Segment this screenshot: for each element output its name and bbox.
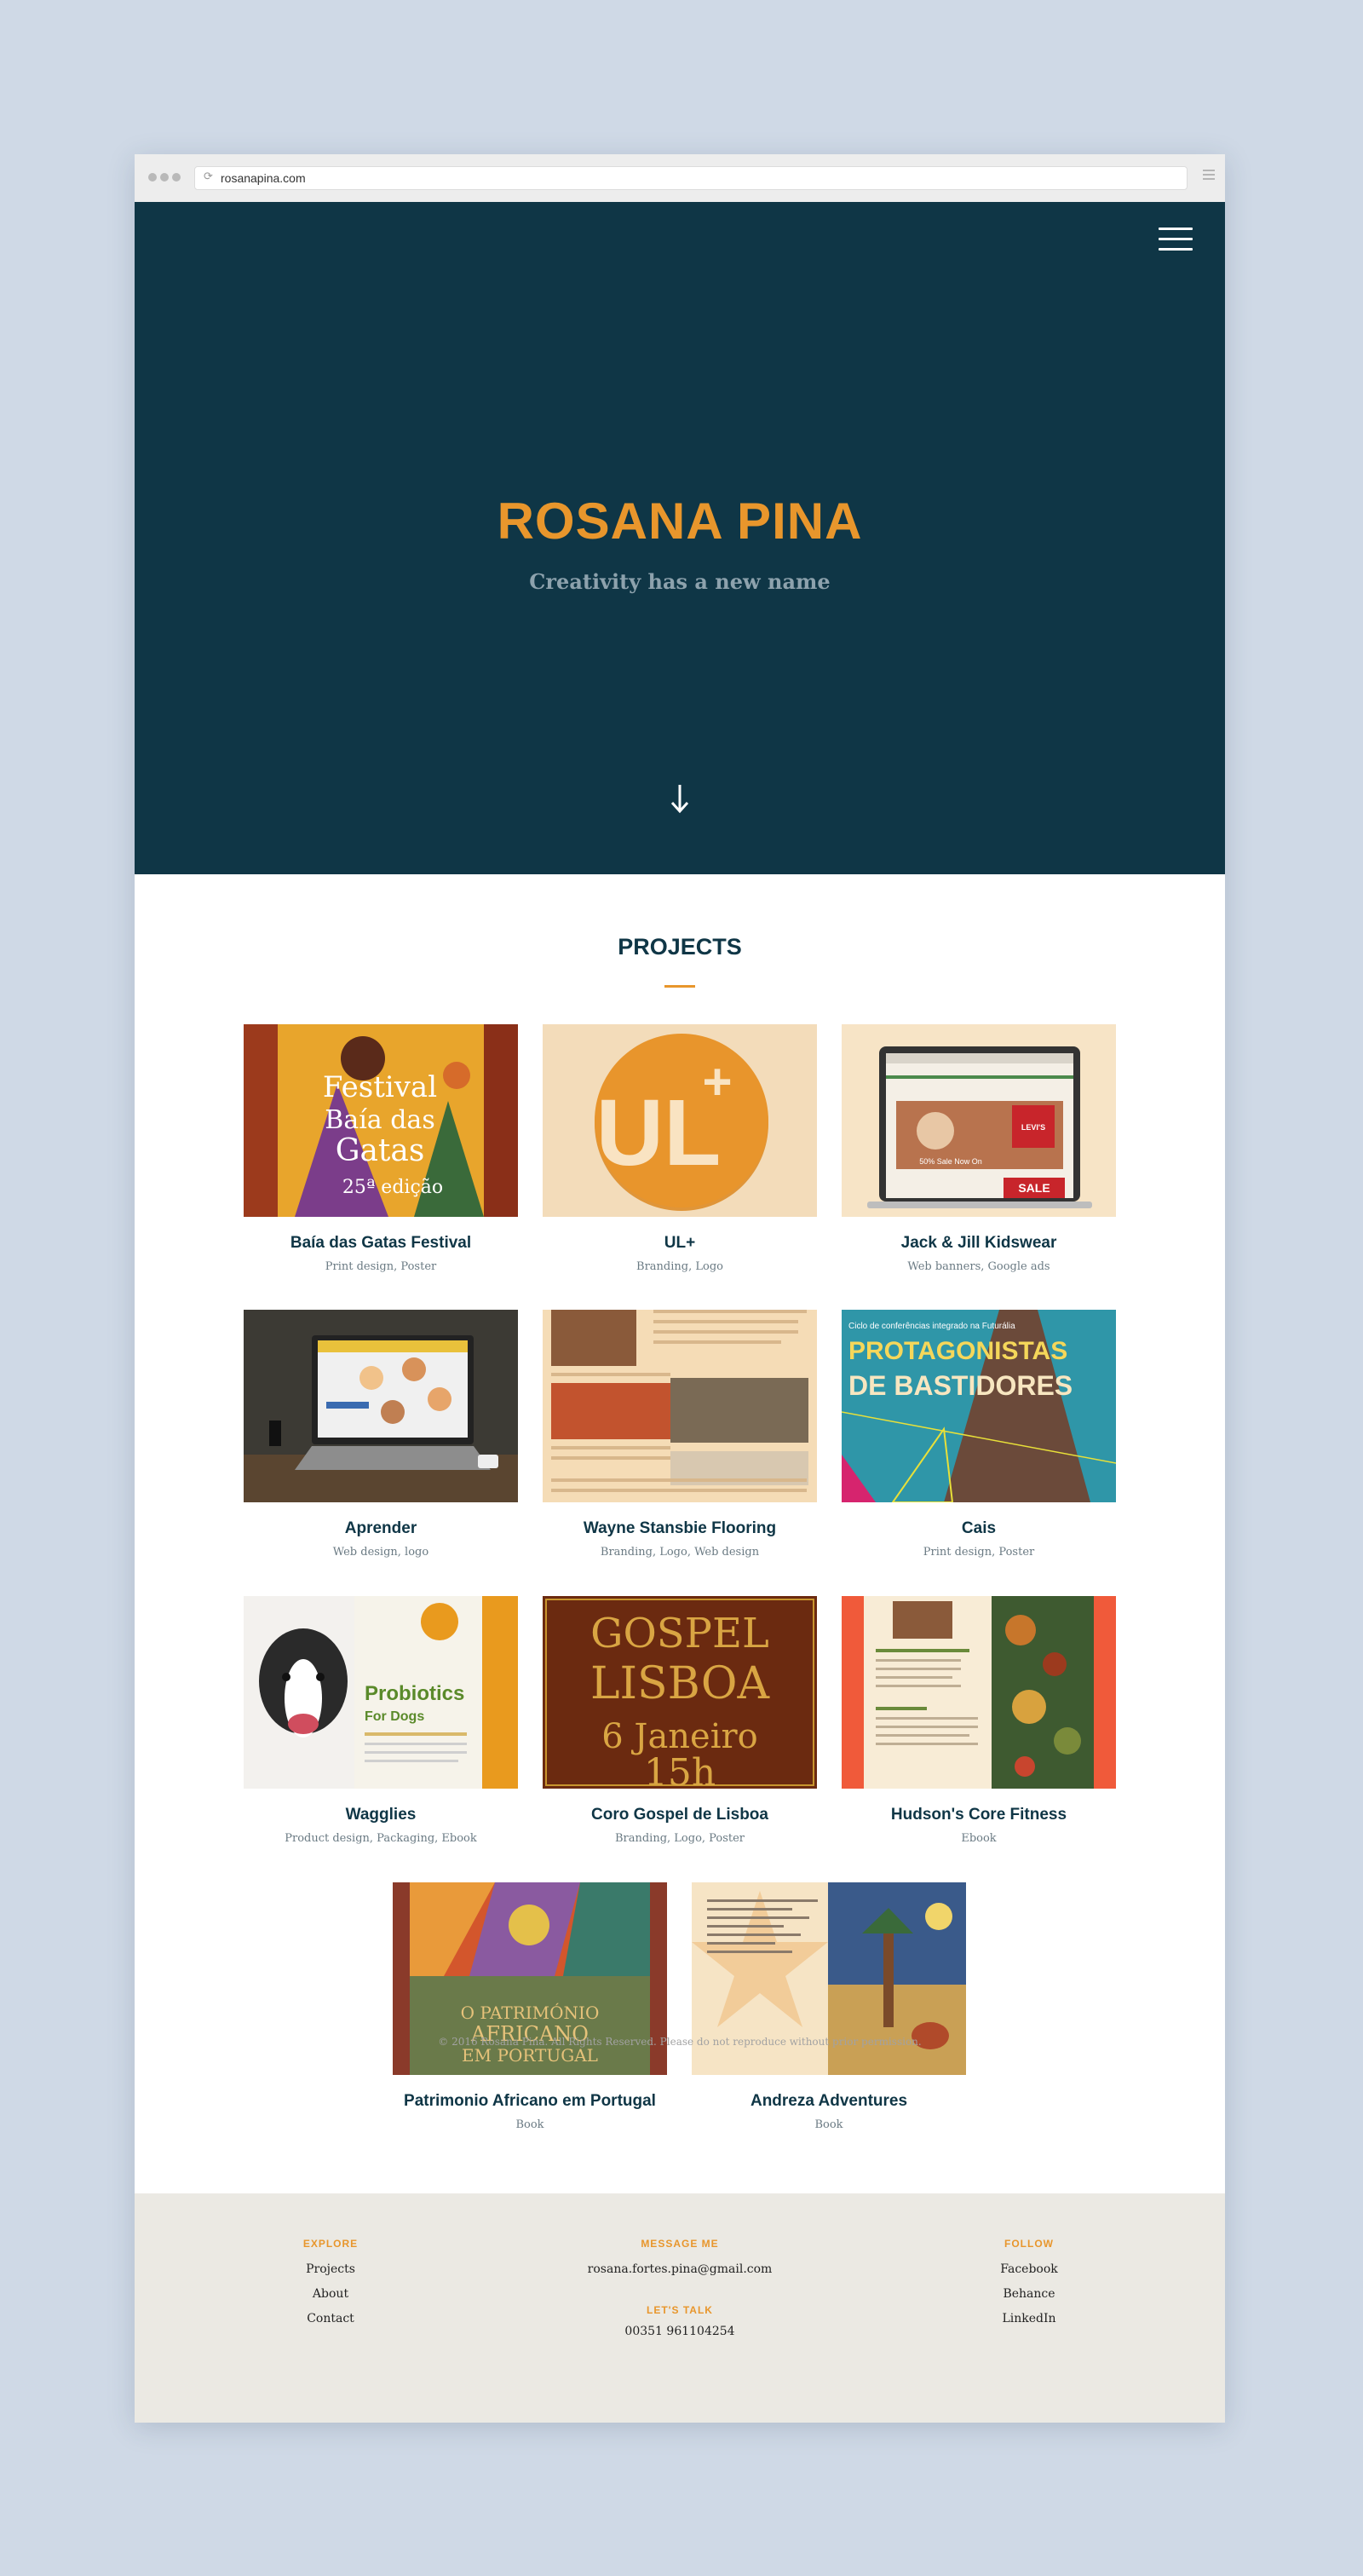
thumb-text: + xyxy=(702,1053,732,1110)
project-categories: Book xyxy=(814,2118,843,2131)
project-title[interactable]: Coro Gospel de Lisboa xyxy=(543,1806,817,1824)
project-title[interactable]: Wagglies xyxy=(244,1806,518,1824)
thumb-text: GOSPEL xyxy=(590,1610,769,1657)
project-categories: Print design, Poster xyxy=(325,1260,437,1273)
project-card-andreza-adventures[interactable]: Andreza Adventures Book xyxy=(692,1882,966,2138)
project-thumbnail[interactable]: Festival Baía das Gatas 25ª edição xyxy=(244,1024,518,1217)
project-thumbnail[interactable]: GOSPEL LISBOA 6 Janeiro 15h xyxy=(543,1596,817,1789)
url-text: rosanapina.com xyxy=(221,171,306,185)
window-controls[interactable] xyxy=(148,173,181,182)
thumb-text: Probiotics xyxy=(365,1682,464,1705)
project-categories: Web banners, Google ads xyxy=(907,1260,1050,1273)
project-card-cais[interactable]: Ciclo de conferências integrado na Futur… xyxy=(842,1310,1116,1565)
project-categories: Print design, Poster xyxy=(923,1546,1035,1559)
project-categories: Book xyxy=(515,2118,544,2131)
thumb-text: 15h xyxy=(644,1751,716,1789)
footer-heading-message: MESSAGE ME xyxy=(641,2238,719,2250)
browser-window: ⟳ rosanapina.com ROSANA PINA Creativity … xyxy=(135,154,1225,2423)
project-thumbnail[interactable] xyxy=(543,1310,817,1502)
projects-heading: PROJECTS xyxy=(618,934,742,960)
thumb-text: 25ª edição xyxy=(342,1177,443,1198)
thumb-text: O PATRIMÓNIO xyxy=(461,2002,600,2023)
project-categories: Branding, Logo, Poster xyxy=(614,1832,745,1845)
project-title[interactable]: UL+ xyxy=(543,1234,817,1253)
thumb-text: Baía das xyxy=(325,1105,434,1135)
thumb-text: For Dogs xyxy=(365,1709,424,1724)
thumb-text: SALE xyxy=(1018,1181,1050,1195)
thumb-text: DE BASTIDORES xyxy=(848,1370,1073,1401)
project-categories: Web design, logo xyxy=(332,1546,429,1559)
footer-link-projects[interactable]: Projects xyxy=(245,2262,416,2276)
project-card-jack-jill[interactable]: LEVI'S 50% Sale Now On SALE Jack & Jill … xyxy=(842,1024,1116,1280)
project-title[interactable]: Wayne Stansbie Flooring xyxy=(543,1519,817,1538)
project-title[interactable]: Andreza Adventures xyxy=(692,2092,966,2111)
project-card-ul-plus[interactable]: UL + UL+ Branding, Logo xyxy=(543,1024,817,1280)
project-thumbnail[interactable]: Probiotics For Dogs xyxy=(244,1596,518,1789)
footer-phone: 00351 961104254 xyxy=(624,2325,735,2338)
hero-title: ROSANA PINA xyxy=(497,493,863,550)
footer-link-contact[interactable]: Contact xyxy=(245,2312,416,2325)
footer-link-linkedin[interactable]: LinkedIn xyxy=(944,2312,1114,2325)
project-card-wayne-stansbie[interactable]: Wayne Stansbie Flooring Branding, Logo, … xyxy=(543,1310,817,1565)
footer-heading-follow: FOLLOW xyxy=(1004,2238,1054,2250)
hamburger-menu-icon[interactable] xyxy=(1159,228,1193,253)
project-thumbnail[interactable]: Ciclo de conferências integrado na Futur… xyxy=(842,1310,1116,1502)
project-thumbnail[interactable] xyxy=(244,1310,518,1502)
reload-icon[interactable]: ⟳ xyxy=(204,170,213,183)
project-categories: Product design, Packaging, Ebook xyxy=(285,1832,477,1845)
project-card-hudsons-core-fitness[interactable]: Hudson's Core Fitness Ebook xyxy=(842,1596,1116,1852)
project-title[interactable]: Jack & Jill Kidswear xyxy=(842,1234,1116,1253)
project-categories: Branding, Logo xyxy=(636,1260,723,1273)
project-title[interactable]: Patrimonio Africano em Portugal xyxy=(393,2092,667,2111)
heading-underline xyxy=(664,985,695,988)
thumb-text: PROTAGONISTAS xyxy=(848,1337,1067,1365)
thumb-text: Ciclo de conferências integrado na Futur… xyxy=(848,1322,1015,1331)
project-thumbnail[interactable]: LEVI'S 50% Sale Now On SALE xyxy=(842,1024,1116,1217)
project-thumbnail[interactable]: UL + xyxy=(543,1024,817,1217)
footer-email-link[interactable]: rosana.fortes.pina@gmail.com xyxy=(543,2262,816,2276)
project-thumbnail[interactable] xyxy=(842,1596,1116,1789)
copyright-text: © 2016 Rosana Pina. All Rights Reserved.… xyxy=(438,2036,922,2048)
project-title[interactable]: Cais xyxy=(842,1519,1116,1538)
footer-link-behance[interactable]: Behance xyxy=(944,2287,1114,2301)
project-card-coro-gospel[interactable]: GOSPEL LISBOA 6 Janeiro 15h Coro Gospel … xyxy=(543,1596,817,1852)
hero-section: ROSANA PINA Creativity has a new name xyxy=(135,202,1225,874)
project-title[interactable]: Hudson's Core Fitness xyxy=(842,1806,1116,1824)
thumb-text: LEVI'S xyxy=(1021,1123,1045,1132)
project-title[interactable]: Baía das Gatas Festival xyxy=(244,1234,518,1253)
hero-subtitle: Creativity has a new name xyxy=(529,569,831,594)
arrow-down-icon[interactable] xyxy=(668,781,692,815)
address-bar[interactable]: ⟳ rosanapina.com xyxy=(194,166,1188,190)
project-title[interactable]: Aprender xyxy=(244,1519,518,1538)
footer-heading-explore: EXPLORE xyxy=(302,2238,359,2250)
project-card-aprender[interactable]: Aprender Web design, logo xyxy=(244,1310,518,1565)
thumb-text: Festival xyxy=(323,1070,437,1104)
thumb-text: LISBOA xyxy=(590,1658,771,1709)
browser-toolbar: ⟳ rosanapina.com xyxy=(135,154,1225,203)
footer: EXPLORE Projects About Contact MESSAGE M… xyxy=(135,2193,1225,2423)
footer-link-facebook[interactable]: Facebook xyxy=(944,2262,1114,2276)
thumb-text: 50% Sale Now On xyxy=(919,1157,982,1166)
browser-menu-icon[interactable] xyxy=(1203,170,1215,182)
project-card-baia-das-gatas[interactable]: Festival Baía das Gatas 25ª edição Baía … xyxy=(244,1024,518,1280)
thumb-text: Gatas xyxy=(336,1133,425,1168)
project-categories: Ebook xyxy=(961,1832,997,1845)
project-categories: Branding, Logo, Web design xyxy=(600,1546,760,1559)
project-card-patrimonio-africano[interactable]: O PATRIMÓNIO AFRICANO EM PORTUGAL Patrim… xyxy=(393,1882,667,2138)
footer-link-about[interactable]: About xyxy=(245,2287,416,2301)
thumb-text: EM PORTUGAL xyxy=(462,2045,598,2066)
footer-heading-talk: LET'S TALK xyxy=(647,2304,713,2316)
project-card-wagglies[interactable]: Probiotics For Dogs Wagglies Product des… xyxy=(244,1596,518,1852)
